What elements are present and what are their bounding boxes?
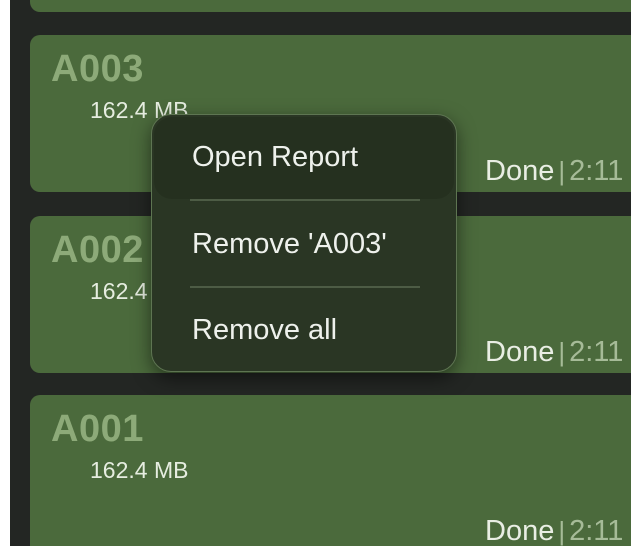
item-size: 162.4 MB (90, 457, 189, 483)
status-text: Done (485, 155, 555, 187)
menu-separator (190, 199, 420, 201)
item-name: A003 (51, 48, 144, 90)
item-status: Done | 2:11 (485, 515, 623, 546)
queue-item-a001[interactable]: A001 162.4 MB Done | 2:11 (30, 395, 631, 546)
item-name: A001 (51, 408, 144, 450)
menu-separator (190, 286, 420, 288)
menu-item-remove-all[interactable]: Remove all (192, 314, 337, 347)
context-menu: Open Report Remove 'A003' Remove all (151, 114, 457, 372)
status-time: 2:11 (569, 515, 624, 546)
status-separator: | (558, 156, 566, 186)
menu-item-remove-selected[interactable]: Remove 'A003' (192, 228, 387, 261)
status-time: 2:11 (569, 336, 624, 368)
status-text: Done (485, 515, 555, 546)
menu-item-open-report[interactable]: Open Report (192, 141, 358, 174)
status-separator: | (558, 516, 566, 546)
item-status: Done | 2:11 (485, 155, 623, 188)
status-separator: | (558, 337, 566, 367)
status-text: Done (485, 336, 555, 368)
item-name: A002 (51, 229, 144, 271)
queue-item-partial[interactable] (30, 0, 631, 12)
status-time: 2:11 (569, 155, 624, 187)
item-status: Done | 2:11 (485, 336, 623, 369)
